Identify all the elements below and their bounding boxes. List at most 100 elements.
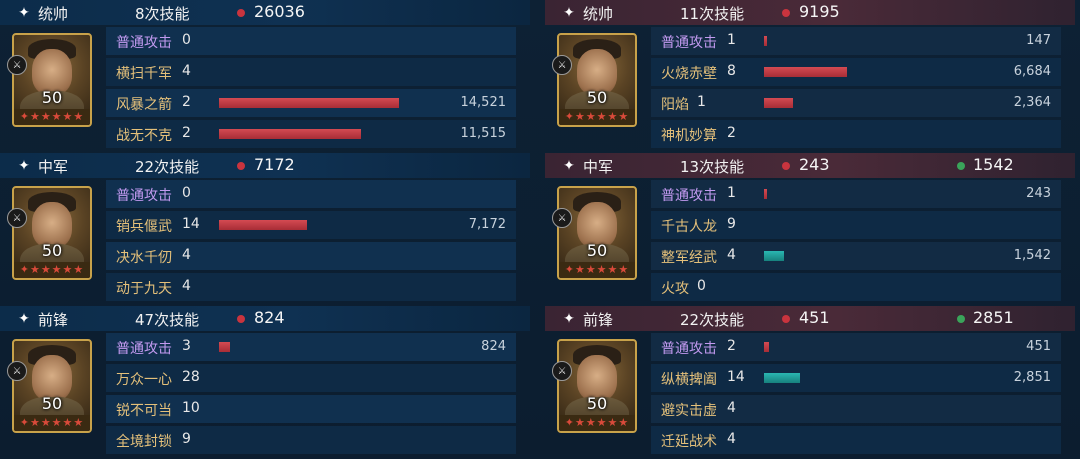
skill-cast-count: 1 <box>697 94 706 110</box>
skill-cast-count: 4 <box>727 400 736 416</box>
general-portrait[interactable]: 50 ✦★★★★★ <box>12 186 92 280</box>
skill-row: 纵横捭阖 14 2,851 <box>651 364 1061 392</box>
damage-total: 26036 <box>254 2 305 21</box>
damage-dot-icon <box>237 162 245 170</box>
section-header: ✦ 前锋 47次技能 824 <box>0 306 530 331</box>
skill-cast-count: 4 <box>182 247 191 263</box>
general-level: 50 <box>41 241 63 260</box>
skill-name[interactable]: 普通攻击 <box>116 185 172 205</box>
damage-total: 824 <box>254 308 285 327</box>
skill-value: 14,521 <box>460 95 507 110</box>
section-header: ✦ 统帅 8次技能 26036 <box>0 0 530 25</box>
damage-total: 9195 <box>799 2 840 21</box>
skill-name[interactable]: 普通攻击 <box>116 32 172 52</box>
skill-name[interactable]: 神机妙算 <box>661 125 717 145</box>
skill-name[interactable]: 风暴之箭 <box>116 94 172 114</box>
skill-cast-count: 8 <box>727 63 736 79</box>
star-rating: ✦★★★★★ <box>559 415 635 431</box>
skill-value: 451 <box>1026 339 1051 354</box>
skill-cast-count: 2 <box>182 125 191 141</box>
skill-row: 普通攻击 0 <box>106 180 516 208</box>
skill-name[interactable]: 普通攻击 <box>661 32 717 52</box>
skill-row: 普通攻击 3 824 <box>106 333 516 361</box>
skill-cast-count: 4 <box>727 247 736 263</box>
star-rating: ✦★★★★★ <box>14 262 90 278</box>
skill-name[interactable]: 横扫千军 <box>116 63 172 83</box>
skill-row: 普通攻击 0 <box>106 27 516 55</box>
skill-count: 8次技能 <box>135 5 190 23</box>
skill-name[interactable]: 阳焰 <box>661 94 689 114</box>
skill-name[interactable]: 整军经武 <box>661 247 717 267</box>
damage-bar <box>219 220 307 230</box>
skill-name[interactable]: 千古人龙 <box>661 216 717 236</box>
damage-dot-icon <box>782 162 790 170</box>
skill-cast-count: 14 <box>727 369 745 385</box>
skill-cast-count: 0 <box>182 32 191 48</box>
skill-row: 万众一心 28 <box>106 364 516 392</box>
damage-bar <box>764 251 784 261</box>
skill-row: 决水千仞 4 <box>106 242 516 270</box>
skill-name[interactable]: 火攻 <box>661 278 689 298</box>
skill-cast-count: 4 <box>182 278 191 294</box>
skill-name[interactable]: 万众一心 <box>116 369 172 389</box>
damage-bar <box>764 189 767 199</box>
skill-name[interactable]: 普通攻击 <box>661 185 717 205</box>
skill-count: 47次技能 <box>135 311 200 329</box>
skill-row: 神机妙算 2 <box>651 120 1061 148</box>
damage-bar <box>219 129 361 139</box>
general-portrait[interactable]: 50 ✦★★★★★ <box>12 33 92 127</box>
skill-value: 6,684 <box>1013 64 1051 79</box>
skill-row: 普通攻击 2 451 <box>651 333 1061 361</box>
section-header: ✦ 统帅 11次技能 9195 <box>545 0 1075 25</box>
skill-value: 1,542 <box>1013 248 1051 263</box>
damage-bar <box>764 98 793 108</box>
skill-name[interactable]: 决水千仞 <box>116 247 172 267</box>
general-level: 50 <box>41 88 63 107</box>
skill-name[interactable]: 纵横捭阖 <box>661 369 717 389</box>
damage-bar <box>219 98 399 108</box>
right-section-中军: ✦ 中军 13次技能 243 1542 50 ✦★★★★★ ⚔ 普通攻击 1 243 千古人龙 9 整军经… <box>545 153 1075 306</box>
left-section-前锋: ✦ 前锋 47次技能 824 50 ✦★★★★★ ⚔ 普通攻击 3 824 万众一心 28 锐不可当 10… <box>0 306 530 459</box>
role-label: 统帅 <box>583 5 614 23</box>
skill-name[interactable]: 火烧赤壁 <box>661 63 717 83</box>
heal-total: 2851 <box>973 308 1014 327</box>
skill-value: 2,364 <box>1013 95 1051 110</box>
skill-name[interactable]: 全境封锁 <box>116 431 172 451</box>
skill-name[interactable]: 普通攻击 <box>661 338 717 358</box>
damage-total: 7172 <box>254 155 295 174</box>
troop-type-icon: ⚔ <box>552 361 572 381</box>
damage-bar <box>764 342 769 352</box>
skill-count: 22次技能 <box>680 311 745 329</box>
skill-cast-count: 2 <box>182 94 191 110</box>
skill-cast-count: 0 <box>182 185 191 201</box>
skill-name[interactable]: 避实击虚 <box>661 400 717 420</box>
general-portrait[interactable]: 50 ✦★★★★★ <box>557 33 637 127</box>
section-header: ✦ 中军 13次技能 243 1542 <box>545 153 1075 178</box>
skill-name[interactable]: 普通攻击 <box>116 338 172 358</box>
damage-bar <box>764 36 767 46</box>
skill-row: 千古人龙 9 <box>651 211 1061 239</box>
damage-bar <box>764 373 800 383</box>
skill-cast-count: 9 <box>727 216 736 232</box>
skill-row: 火烧赤壁 8 6,684 <box>651 58 1061 86</box>
damage-total: 451 <box>799 308 830 327</box>
skill-name[interactable]: 迁延战术 <box>661 431 717 451</box>
skill-name[interactable]: 销兵偃武 <box>116 216 172 236</box>
skill-cast-count: 9 <box>182 431 191 447</box>
skill-name[interactable]: 锐不可当 <box>116 400 172 420</box>
general-portrait[interactable]: 50 ✦★★★★★ <box>557 186 637 280</box>
role-icon: ✦ <box>18 5 30 21</box>
general-portrait[interactable]: 50 ✦★★★★★ <box>557 339 637 433</box>
skill-name[interactable]: 战无不克 <box>116 125 172 145</box>
star-rating: ✦★★★★★ <box>559 109 635 125</box>
general-level: 50 <box>41 394 63 413</box>
general-portrait[interactable]: 50 ✦★★★★★ <box>12 339 92 433</box>
troop-type-icon: ⚔ <box>7 55 27 75</box>
skill-name[interactable]: 动于九天 <box>116 278 172 298</box>
skill-cast-count: 28 <box>182 369 200 385</box>
star-rating: ✦★★★★★ <box>14 415 90 431</box>
skill-row: 迁延战术 4 <box>651 426 1061 454</box>
role-icon: ✦ <box>18 158 30 174</box>
damage-total: 243 <box>799 155 830 174</box>
skill-value: 824 <box>481 339 506 354</box>
